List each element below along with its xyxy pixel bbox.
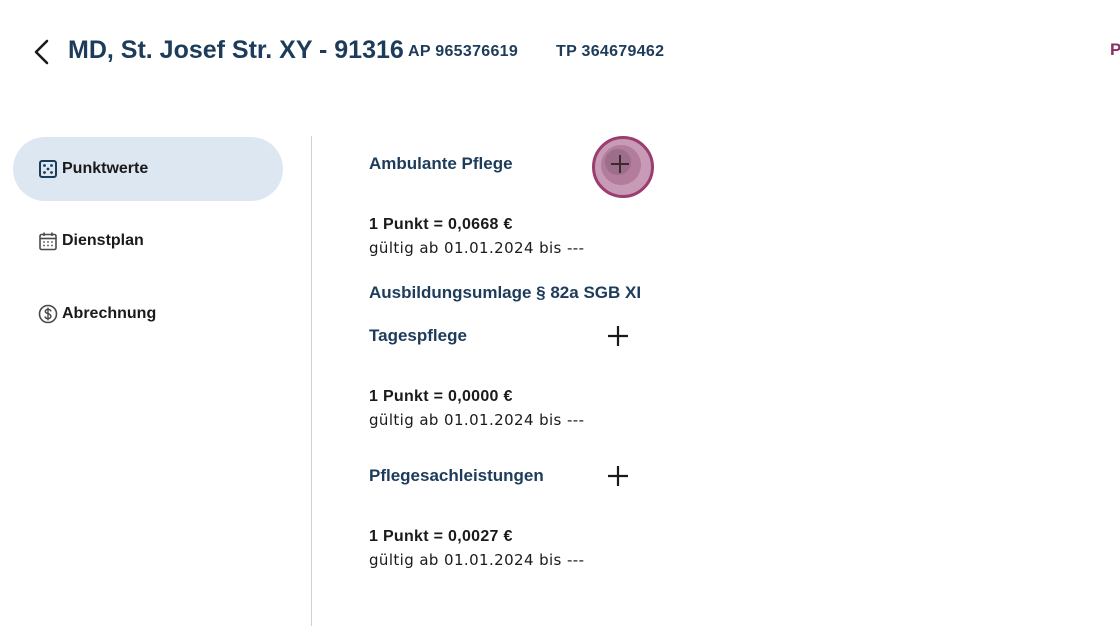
dollar-circle-icon xyxy=(38,304,58,324)
vertical-divider xyxy=(311,136,312,626)
section-title-pflegesachleistungen: Pflegesachleistungen xyxy=(369,466,544,485)
sidebar-item-dienstplan[interactable]: Dienstplan xyxy=(13,209,283,273)
header-cut-off-text: P xyxy=(1110,40,1120,59)
section-title-ausbildungsumlage: Ausbildungsumlage § 82a SGB XI xyxy=(369,283,642,302)
calendar-icon xyxy=(39,232,57,251)
sidebar-item-label: Abrechnung xyxy=(62,305,157,322)
header: MD, St. Josef Str. XY - 91316 AP 9653766… xyxy=(0,0,1120,104)
section-title-tagespflege: Tagespflege xyxy=(369,326,467,345)
add-pflegesachleistungen-button[interactable] xyxy=(602,460,634,492)
add-tagespflege-button[interactable] xyxy=(602,320,634,352)
page-title: MD, St. Josef Str. XY - 91316 xyxy=(68,36,404,64)
section-title-ambulante-pflege: Ambulante Pflege xyxy=(369,154,513,173)
plus-icon xyxy=(608,326,628,346)
sidebar-item-punktwerte[interactable]: Punktwerte xyxy=(13,137,283,201)
back-button[interactable] xyxy=(28,36,56,68)
sidebar-item-abrechnung[interactable]: Abrechnung xyxy=(13,282,283,346)
plus-icon xyxy=(611,155,629,173)
add-ambulante-pflege-button[interactable] xyxy=(592,136,654,198)
plus-icon xyxy=(608,466,628,486)
chevron-left-icon xyxy=(34,39,49,65)
tp-number: TP 364679462 xyxy=(556,43,665,60)
dice-icon xyxy=(39,160,57,178)
point-value-ambulante-pflege: 1 Punkt = 0,0668 € xyxy=(369,216,513,233)
point-value-pflegesachleistungen: 1 Punkt = 0,0027 € xyxy=(369,528,513,545)
sidebar-item-label: Punktwerte xyxy=(62,160,149,177)
point-value-tagespflege: 1 Punkt = 0,0000 € xyxy=(369,388,513,405)
ap-number: AP 965376619 xyxy=(408,43,519,60)
sidebar-item-label: Dienstplan xyxy=(62,232,144,249)
validity-tagespflege: gültig ab 01.01.2024 bis --- xyxy=(369,411,585,429)
validity-pflegesachleistungen: gültig ab 01.01.2024 bis --- xyxy=(369,551,585,569)
validity-ambulante-pflege: gültig ab 01.01.2024 bis --- xyxy=(369,239,585,257)
